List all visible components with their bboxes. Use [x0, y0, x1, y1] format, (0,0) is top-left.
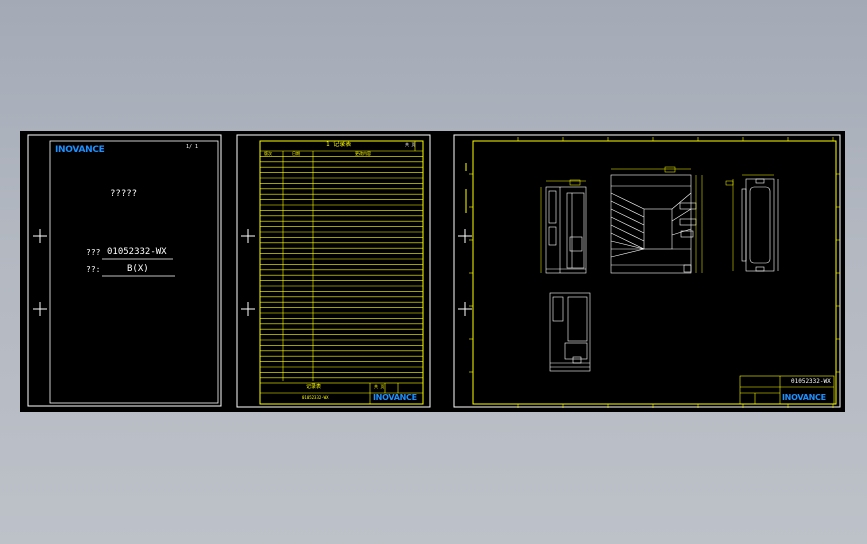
- side-view-dimensions: [611, 166, 703, 273]
- record-table-header-marks: 共 页: [405, 142, 416, 147]
- front-view-drawing: [545, 186, 587, 274]
- record-footer-marks: 共 页: [374, 384, 385, 389]
- sheet-3-inner-frame: [472, 140, 837, 405]
- inovance-logo: INOVANCE: [55, 145, 105, 155]
- record-footer-center: 记录表: [306, 384, 322, 390]
- sheet-2: [236, 134, 431, 408]
- record-table-header-title: 1 记录表: [326, 141, 352, 148]
- top-view-drawing: [549, 292, 591, 372]
- record-footer-code: 01052332-WX: [302, 395, 329, 400]
- sheet-3-outer-border: [453, 134, 841, 408]
- code-label: ???: [86, 248, 101, 257]
- record-table-col-label: 日期: [292, 151, 300, 156]
- record-table-col-label: 更改内容: [355, 151, 371, 156]
- crosshair-mark: [241, 229, 255, 316]
- sheet-1: [27, 134, 222, 407]
- drawing-code: 01052332-WX: [791, 378, 831, 385]
- sheet-1-outer-border: [27, 134, 222, 407]
- record-table-columns: [282, 141, 416, 381]
- inovance-logo: INOVANCE: [782, 393, 826, 402]
- inovance-logo: INOVANCE: [373, 393, 417, 402]
- record-table: [260, 150, 423, 379]
- record-table-col-label: 版次: [264, 151, 272, 156]
- sheet-3: [453, 134, 841, 408]
- front-view-dimensions: [540, 179, 586, 273]
- version-label: ??:: [86, 265, 101, 274]
- sheet-2-inner-frame: [259, 140, 424, 405]
- version-value: B(X): [127, 264, 149, 274]
- side-view-drawing: [610, 174, 697, 274]
- back-view-drawing: [741, 178, 779, 272]
- crosshair-mark: [458, 229, 472, 316]
- code-value: 01052332-WX: [107, 247, 167, 257]
- frame-zone-ticks: [469, 137, 840, 408]
- sheet-2-outer-border: [236, 134, 431, 408]
- crosshair-mark: [33, 229, 47, 316]
- page-marks: 1/ 1: [186, 144, 199, 150]
- document-title: ?????: [110, 189, 138, 199]
- cad-drawing-canvas[interactable]: INOVANCE 1/ 1 ????? ??? 01052332-WX ??: …: [20, 131, 845, 412]
